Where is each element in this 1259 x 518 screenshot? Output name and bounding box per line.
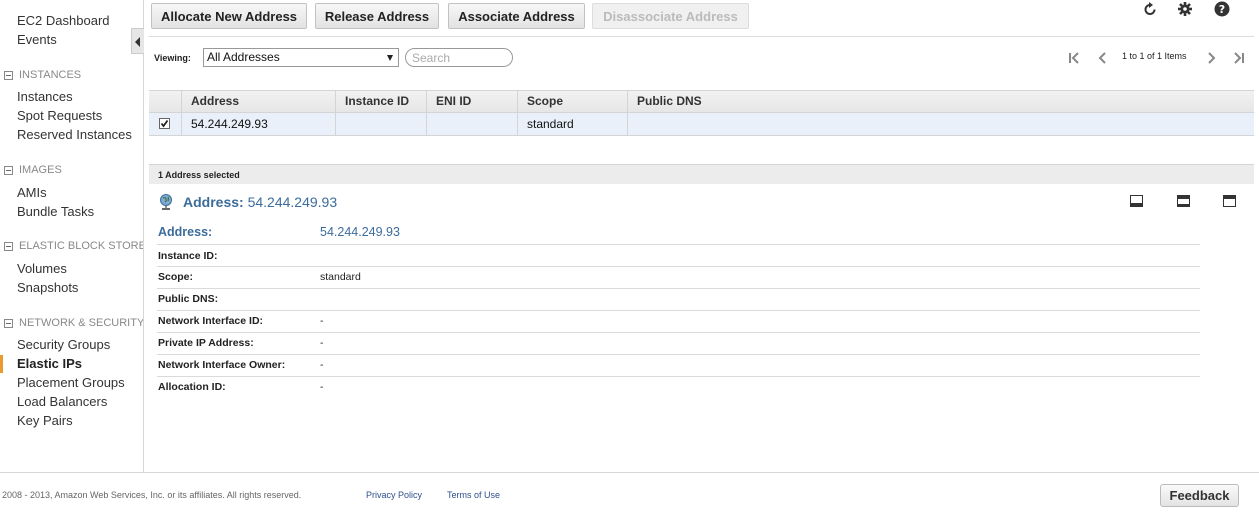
detail-label-instance-id: Instance ID: [158,250,218,262]
sidebar-section-title: IMAGES [19,164,62,176]
collapse-sidebar-button[interactable] [131,28,144,54]
detail-label-allocation-id: Allocation ID: [158,381,226,393]
details-title-value: 54.244.249.93 [247,194,338,210]
column-header-instance-id[interactable]: Instance ID [335,91,426,112]
detail-value-network-interface-id: - [320,315,324,327]
sidebar-section-title: ELASTIC BLOCK STORE [19,240,144,252]
detail-value-scope: standard [320,271,361,283]
collapse-minus-icon [4,165,13,175]
detail-label-private-ip-address: Private IP Address: [158,337,254,349]
sidebar-section-title: INSTANCES [19,69,82,81]
sidebar-item-reserved-instances[interactable]: Reserved Instances [17,127,132,142]
viewing-select-value: All Addresses [207,50,280,64]
cell-public-dns [627,113,1254,135]
sidebar-section-title: NETWORK & SECURITY [19,317,144,329]
sidebar-item-instances[interactable]: Instances [17,89,73,104]
sidebar-item-volumes[interactable]: Volumes [17,261,67,276]
column-header-scope[interactable]: Scope [517,91,627,112]
detail-divider [157,310,1200,311]
viewing-select[interactable]: All Addresses [203,48,399,67]
gear-icon[interactable] [1177,1,1193,17]
privacy-policy-link[interactable]: Privacy Policy [366,490,422,500]
sidebar-item-snapshots[interactable]: Snapshots [17,280,78,295]
column-header-eni-id[interactable]: ENI ID [426,91,517,112]
selected-count: 1 Address selected [158,170,240,180]
viewing-label: Viewing: [154,53,191,63]
sidebar-item-ec2-dashboard[interactable]: EC2 Dashboard [17,13,110,28]
layout-bottom-pane-icon[interactable] [1130,195,1143,207]
disassociate-address-button[interactable]: Disassociate Address [592,3,749,29]
sidebar-item-events[interactable]: Events [17,32,57,47]
layout-split-pane-icon[interactable] [1177,195,1190,207]
sidebar-item-bundle-tasks[interactable]: Bundle Tasks [17,204,94,219]
refresh-icon[interactable] [1142,1,1158,17]
detail-value-private-ip-address: - [320,337,324,349]
footer: 2008 - 2013, Amazon Web Services, Inc. o… [0,472,1259,518]
associate-address-button[interactable]: Associate Address [448,3,585,29]
cell-scope: standard [517,113,627,135]
row-checkbox[interactable] [159,118,170,129]
sidebar-section-images[interactable]: IMAGES [4,164,62,176]
column-header-address[interactable]: Address [181,91,335,112]
first-page-icon[interactable] [1067,50,1083,66]
collapse-minus-icon [4,241,13,251]
sidebar: EC2 Dashboard Events INSTANCES Instances… [0,0,144,472]
svg-text:?: ? [1219,3,1225,16]
column-header-public-dns[interactable]: Public DNS [627,91,1254,112]
detail-value-network-interface-owner: - [320,359,324,371]
detail-label-scope: Scope: [158,271,194,283]
detail-value-allocation-id: - [320,381,324,393]
sidebar-item-placement-groups[interactable]: Placement Groups [17,375,125,390]
sidebar-item-key-pairs[interactable]: Key Pairs [17,413,73,428]
collapse-minus-icon [4,318,13,328]
select-all-column[interactable] [149,91,181,112]
layout-top-pane-icon[interactable] [1223,195,1236,207]
page-info: 1 to 1 of 1 Items [1122,51,1187,61]
detail-divider [157,354,1200,355]
feedback-button[interactable]: Feedback [1160,484,1239,507]
sidebar-item-spot-requests[interactable]: Spot Requests [17,108,102,123]
details-bar[interactable]: 1 Address selected [149,164,1254,184]
details-title-label: Address: [183,194,244,210]
detail-divider [157,244,1200,245]
elastic-ip-globe-icon [158,193,174,211]
detail-value-address: 54.244.249.93 [320,225,400,239]
table-header: Address Instance ID ENI ID Scope Public … [149,90,1254,113]
details-title: Address: 54.244.249.93 [183,194,337,210]
detail-divider [157,376,1200,377]
sidebar-item-load-balancers[interactable]: Load Balancers [17,394,107,409]
cell-address: 54.244.249.93 [181,113,335,135]
next-page-icon[interactable] [1203,50,1219,66]
last-page-icon[interactable] [1230,50,1246,66]
detail-divider [157,332,1200,333]
sidebar-item-amis[interactable]: AMIs [17,185,47,200]
allocate-new-address-button[interactable]: Allocate New Address [151,3,307,29]
detail-divider [157,288,1200,289]
table-row[interactable]: 54.244.249.93 standard [149,113,1254,136]
detail-label-network-interface-id: Network Interface ID: [158,315,264,327]
filter-bar: Viewing: All Addresses 1 to 1 of 1 Items [149,36,1254,78]
search-input[interactable] [405,48,513,67]
terms-of-use-link[interactable]: Terms of Use [447,490,500,500]
dropdown-caret-icon [387,55,393,61]
copyright-text: 2008 - 2013, Amazon Web Services, Inc. o… [2,490,302,500]
sidebar-item-elastic-ips[interactable]: Elastic IPs [17,356,82,371]
previous-page-icon[interactable] [1095,50,1111,66]
release-address-button[interactable]: Release Address [315,3,439,29]
detail-label-address: Address: [158,225,213,239]
collapse-minus-icon [4,70,13,80]
sidebar-section-instances[interactable]: INSTANCES [4,69,81,81]
help-icon[interactable]: ? [1214,1,1230,17]
cell-instance-id [335,113,426,135]
sidebar-section-network-security[interactable]: NETWORK & SECURITY [4,317,144,329]
detail-label-network-interface-owner: Network Interface Owner: [158,359,286,371]
sidebar-item-security-groups[interactable]: Security Groups [17,337,110,352]
sidebar-section-elastic-block-store[interactable]: ELASTIC BLOCK STORE [4,240,144,252]
detail-divider [157,266,1200,267]
detail-label-public-dns: Public DNS: [158,293,219,305]
active-item-indicator [0,355,3,373]
cell-eni-id [426,113,517,135]
